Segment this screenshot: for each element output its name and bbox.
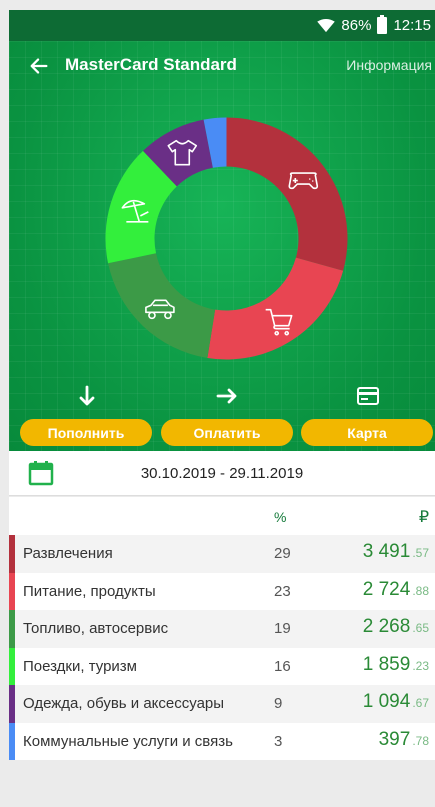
category-amount: 1 094.67	[363, 691, 429, 713]
table-row[interactable]: Развлечения 29 3 491.57	[9, 535, 435, 573]
amount-integer: 2 724	[362, 578, 411, 600]
table-row[interactable]: Питание, продукты 23 2 724.88	[9, 572, 435, 610]
clock: 12:15	[393, 17, 431, 34]
table-row[interactable]: Поездки, туризм 16 1 859.23	[9, 647, 435, 685]
category-percent: 19	[274, 620, 291, 637]
spending-table: % ₽ Развлечения 29 3 491.57 Питание, продук…	[9, 497, 435, 760]
category-color-bar	[9, 610, 15, 648]
amount-kopecks: .57	[412, 546, 429, 560]
category-amount: 397.78	[379, 729, 429, 751]
category-name: Топливо, автосервис	[23, 620, 169, 637]
amount-integer: 1 859	[362, 653, 411, 675]
spending-donut-chart	[105, 117, 348, 360]
category-color-bar	[9, 685, 15, 723]
card-button[interactable]: Карта	[301, 419, 433, 446]
category-percent: 9	[274, 695, 283, 712]
battery-percent: 86%	[341, 17, 372, 34]
category-percent: 3	[274, 732, 283, 750]
pay-button[interactable]: Оплатить	[161, 419, 293, 446]
category-color-bar	[9, 647, 15, 685]
amount-kopecks: .88	[412, 583, 429, 598]
status-bar: 86% 12:15	[9, 10, 435, 41]
category-amount: 2 724.88	[363, 579, 429, 601]
page-title: MasterCard Standard	[65, 55, 237, 74]
wifi-icon	[317, 18, 336, 32]
amount-column-header: ₽	[418, 509, 429, 526]
table-header: % ₽	[9, 497, 435, 535]
category-amount: 3 491.57	[363, 541, 429, 563]
donut-segment[interactable]	[226, 117, 348, 271]
back-arrow-icon[interactable]	[27, 55, 51, 77]
amount-kopecks: .23	[412, 658, 429, 673]
card-icon[interactable]	[354, 384, 382, 408]
table-row[interactable]: Одежда, обувь и аксессуары 9 1 094.67	[9, 685, 435, 723]
period-bar: 30.10.2019 - 29.11.2019	[9, 451, 435, 496]
category-percent: 23	[274, 582, 291, 600]
date-range[interactable]: 30.10.2019 - 29.11.2019	[9, 465, 435, 482]
category-name: Питание, продукты	[23, 582, 156, 600]
donut-segment[interactable]	[207, 257, 344, 360]
card-summary-panel: MasterCard Standard Информация Пополнить…	[9, 41, 435, 451]
category-percent: 16	[274, 657, 291, 675]
info-link[interactable]: Информация	[346, 57, 432, 73]
percent-column-header: %	[274, 509, 287, 525]
amount-kopecks: .78	[412, 733, 429, 748]
topup-button[interactable]: Пополнить	[20, 419, 152, 446]
table-row[interactable]: Коммунальные услуги и связь 3 397.78	[9, 722, 435, 760]
amount-integer: 1 094	[362, 691, 411, 712]
table-row[interactable]: Топливо, автосервис 19 2 268.65	[9, 610, 435, 648]
category-color-bar	[9, 535, 15, 573]
arrow-right-icon[interactable]	[213, 384, 241, 408]
amount-kopecks: .65	[412, 621, 429, 635]
arrow-down-icon[interactable]	[73, 384, 101, 408]
category-name: Коммунальные услуги и связь	[23, 732, 233, 750]
category-name: Одежда, обувь и аксессуары	[23, 695, 225, 712]
battery-icon	[377, 15, 388, 34]
amount-integer: 3 491	[362, 541, 411, 562]
app-bar: MasterCard Standard Информация	[9, 41, 435, 91]
amount-integer: 397	[378, 728, 411, 750]
amount-kopecks: .67	[412, 696, 429, 710]
category-amount: 2 268.65	[363, 616, 429, 638]
category-amount: 1 859.23	[363, 654, 429, 676]
category-color-bar	[9, 722, 15, 760]
amount-integer: 2 268	[362, 616, 411, 637]
category-name: Развлечения	[23, 545, 113, 562]
category-percent: 29	[274, 545, 291, 562]
category-name: Поездки, туризм	[23, 657, 137, 675]
category-color-bar	[9, 572, 15, 610]
